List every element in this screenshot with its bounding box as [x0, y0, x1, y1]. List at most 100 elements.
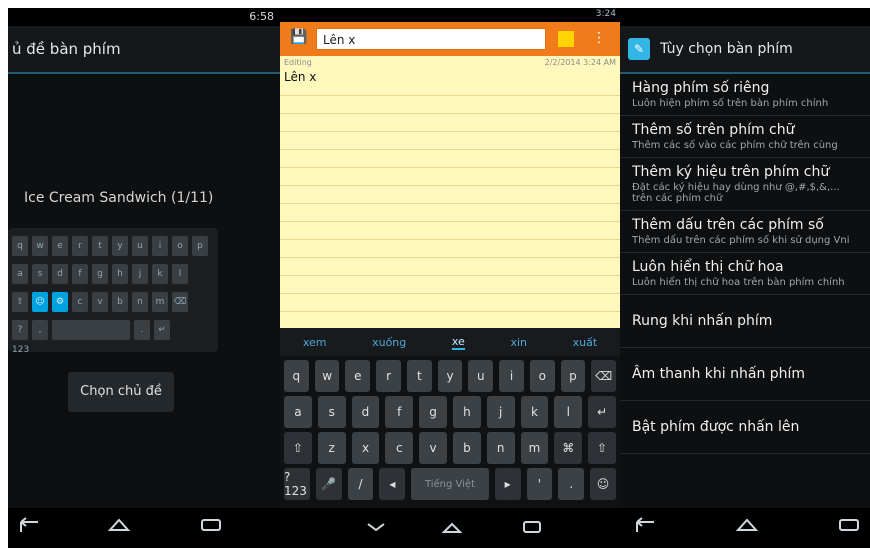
- suggestion-strip: xem xuống xe xin xuất: [280, 328, 620, 356]
- suggestion[interactable]: xuất: [573, 336, 598, 349]
- key[interactable]: l: [554, 396, 583, 428]
- shift-key-right[interactable]: ⇧: [588, 432, 616, 464]
- settings-item[interactable]: Âm thanh khi nhấn phím: [620, 348, 870, 401]
- settings-item[interactable]: Luôn hiển thị chữ hoa Luôn hiển thị chữ …: [620, 253, 870, 295]
- slash-key[interactable]: /: [347, 468, 374, 500]
- key: q: [12, 236, 28, 256]
- key: h: [112, 264, 128, 284]
- period-key[interactable]: .: [558, 468, 585, 500]
- backspace-key[interactable]: ⌫: [591, 360, 617, 392]
- key[interactable]: n: [486, 432, 515, 464]
- settings-icon: ⚙: [52, 292, 68, 312]
- suggestion-selected[interactable]: xe: [451, 335, 465, 350]
- settings-item-subtitle: Thêm dấu trên các phím số khi sử dụng Vn…: [632, 235, 850, 246]
- right-arrow-key[interactable]: ▸: [494, 468, 521, 500]
- settings-item-title: Bật phím được nhấn lên: [632, 419, 800, 435]
- action-bar: ủ đề bàn phím: [8, 26, 280, 74]
- key[interactable]: q: [284, 360, 309, 392]
- home-icon[interactable]: [732, 516, 762, 534]
- editor-toolbar: 💾 Lên x ⋮: [280, 22, 620, 56]
- choose-theme-button[interactable]: Chọn chủ đề: [68, 372, 174, 412]
- key[interactable]: b: [452, 432, 481, 464]
- theme-settings-screen: 6:58 ủ đề bàn phím Ice Cream Sandwich (1…: [8, 8, 280, 548]
- key: o: [172, 236, 188, 256]
- keyboard: q w e r t y u i o p ⌫ a s d f g h j k l …: [280, 356, 620, 508]
- save-icon[interactable]: 💾: [290, 29, 307, 45]
- key[interactable]: c: [385, 432, 414, 464]
- shift-key[interactable]: ⇧: [284, 432, 312, 464]
- note-title-input[interactable]: Lên x: [316, 28, 546, 50]
- key[interactable]: w: [314, 360, 340, 392]
- key[interactable]: f: [385, 396, 414, 428]
- key[interactable]: m: [520, 432, 549, 464]
- status-bar: [620, 8, 870, 26]
- settings-item-title: Rung khi nhấn phím: [632, 313, 773, 329]
- key[interactable]: v: [419, 432, 447, 464]
- key[interactable]: a: [284, 396, 312, 428]
- settings-item[interactable]: Hàng phím số riêng Luôn hiện phím số trê…: [620, 74, 870, 116]
- keyboard-options-screen: ✎ Tùy chọn bàn phím Hàng phím số riêng L…: [620, 8, 870, 548]
- recent-apps-icon[interactable]: [518, 518, 546, 536]
- key[interactable]: g: [419, 396, 447, 428]
- settings-item[interactable]: Thêm số trên phím chữ Thêm các số vào cá…: [620, 116, 870, 158]
- key: w: [32, 236, 48, 256]
- suggestion[interactable]: xin: [510, 336, 527, 349]
- settings-item[interactable]: Thêm ký hiệu trên phím chữ Đặt các ký hi…: [620, 158, 870, 211]
- note-status: Editing: [284, 58, 312, 67]
- note-editor-screen: 3:24 💾 Lên x ⋮ Editing 2/2/2014 3:24 AM …: [280, 8, 620, 548]
- settings-item-subtitle: Luôn hiển thị chữ hoa trên bàn phím chín…: [632, 277, 845, 288]
- home-icon[interactable]: [104, 516, 134, 534]
- key[interactable]: x: [351, 432, 380, 464]
- key[interactable]: p: [560, 360, 586, 392]
- back-icon[interactable]: [630, 516, 660, 534]
- key[interactable]: e: [345, 360, 371, 392]
- settings-item[interactable]: Thêm dấu trên các phím số Thêm dấu trên …: [620, 211, 870, 253]
- note-paper[interactable]: Editing 2/2/2014 3:24 AM Lên x: [280, 56, 620, 328]
- key[interactable]: o: [529, 360, 555, 392]
- key[interactable]: s: [317, 396, 346, 428]
- key[interactable]: d: [351, 396, 380, 428]
- suggestion[interactable]: xem: [303, 336, 327, 349]
- key: p: [192, 236, 208, 256]
- apostrophe-key[interactable]: ': [526, 468, 553, 500]
- status-bar: 3:24: [280, 8, 620, 22]
- settings-item[interactable]: Rung khi nhấn phím: [620, 295, 870, 348]
- emoji-key[interactable]: ☺: [590, 468, 616, 500]
- key[interactable]: k: [520, 396, 549, 428]
- key[interactable]: y: [437, 360, 463, 392]
- note-meta: Editing 2/2/2014 3:24 AM: [284, 58, 616, 67]
- mic-icon[interactable]: 🎤: [315, 468, 342, 500]
- spacebar[interactable]: Tiếng Việt: [411, 468, 489, 500]
- recent-apps-icon[interactable]: [834, 516, 864, 534]
- key[interactable]: j: [486, 396, 515, 428]
- hide-keyboard-icon[interactable]: [362, 518, 390, 536]
- key: i: [152, 236, 168, 256]
- key[interactable]: u: [468, 360, 494, 392]
- recent-apps-icon[interactable]: [196, 516, 226, 534]
- key[interactable]: h: [452, 396, 481, 428]
- overflow-menu-icon[interactable]: ⋮: [592, 30, 606, 46]
- key[interactable]: i: [499, 360, 524, 392]
- settings-item-subtitle: Đặt các ký hiệu hay dùng như @,#,$,&,...…: [632, 182, 840, 204]
- key: g: [92, 264, 108, 284]
- key[interactable]: z: [317, 432, 346, 464]
- suggestion[interactable]: xuống: [372, 336, 406, 349]
- left-arrow-key[interactable]: ◂: [379, 468, 406, 500]
- settings-item-title: Luôn hiển thị chữ hoa: [632, 259, 784, 275]
- key[interactable]: t: [406, 360, 432, 392]
- settings-item[interactable]: Bật phím được nhấn lên: [620, 401, 870, 454]
- note-color-icon[interactable]: [558, 31, 574, 47]
- key[interactable]: r: [376, 360, 401, 392]
- key: .: [134, 320, 150, 340]
- app-icon: ✎: [628, 38, 650, 60]
- emoji-icon: ☺: [32, 292, 48, 312]
- symbol-key[interactable]: ⌘: [554, 432, 583, 464]
- key: e: [52, 236, 68, 256]
- enter-key[interactable]: ↵: [588, 396, 616, 428]
- home-icon[interactable]: [438, 518, 466, 536]
- back-icon[interactable]: [14, 516, 44, 534]
- numbers-key[interactable]: ?123: [284, 468, 310, 500]
- key: n: [132, 292, 148, 312]
- settings-list: Hàng phím số riêng Luôn hiện phím số trê…: [620, 74, 870, 508]
- key: f: [72, 264, 88, 284]
